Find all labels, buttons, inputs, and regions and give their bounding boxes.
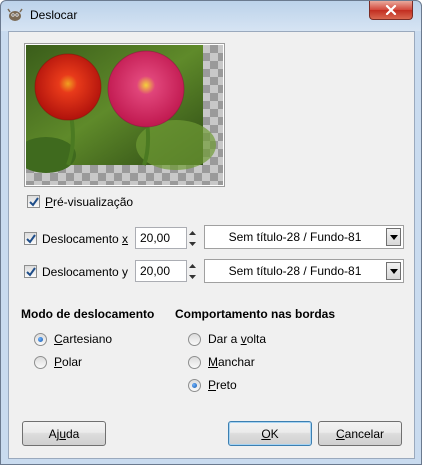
ok-button[interactable]: OK [228, 421, 312, 446]
offset-x-input[interactable]: 20,00 [135, 227, 187, 249]
cancel-button-mnemonic: C [335, 426, 345, 441]
radio-cartesian-label-rest: artesiano [62, 332, 113, 346]
radio-selected-dot [192, 383, 197, 388]
radio-wrap-around-label-rest: olta [246, 332, 267, 346]
help-button-mnemonic: u [59, 426, 66, 441]
offset-x-drawable-select[interactable]: Sem título-28 / Fundo-81 [204, 225, 404, 249]
dropdown-arrow-icon[interactable] [386, 228, 401, 246]
edge-behavior-title: Comportamento nas bordas [175, 307, 336, 321]
window-title: Deslocar [30, 8, 78, 22]
offset-y-drawable-select[interactable]: Sem título-28 / Fundo-81 [204, 259, 404, 283]
offset-x-drawable-value: Sem título-28 / Fundo-81 [228, 230, 362, 244]
preview-area [24, 43, 225, 187]
dialog-content: Pré-visualização Deslocamento x 20,00 Se… [8, 31, 415, 459]
preview-image [26, 45, 223, 185]
radio-black-mnemonic: P [208, 378, 217, 392]
offset-y-drawable-value: Sem título-28 / Fundo-81 [228, 264, 362, 278]
radio-black[interactable] [188, 379, 201, 392]
close-button[interactable] [369, 1, 413, 20]
radio-selected-dot [38, 337, 43, 342]
radio-smear[interactable] [188, 356, 201, 369]
spin-down-icon[interactable] [187, 271, 197, 282]
spin-down-icon[interactable] [187, 238, 197, 249]
dialog-window: Deslocar Pré-visualização Deslocamento x… [0, 0, 422, 465]
cancel-button-label-rest: ancelar [344, 426, 385, 441]
offset-y-input[interactable]: 20,00 [135, 260, 187, 282]
offset-y-checkbox[interactable] [24, 265, 37, 278]
offset-x-label-mnemonic: x [122, 232, 129, 246]
offset-x-checkbox[interactable] [24, 232, 37, 245]
radio-polar-mnemonic: P [54, 355, 63, 369]
radio-wrap-around-label[interactable]: Dar a volta [208, 332, 266, 346]
preview-checkbox[interactable] [27, 195, 40, 208]
radio-smear-label-rest: anchar [218, 355, 255, 369]
help-button[interactable]: Aj u da [22, 421, 106, 446]
checkmark-icon [29, 197, 39, 207]
cancel-button[interactable]: Cancelar [318, 421, 402, 446]
radio-smear-mnemonic: M [208, 355, 218, 369]
ok-button-mnemonic: O [261, 426, 271, 441]
radio-polar[interactable] [34, 356, 47, 369]
preview-label[interactable]: Pré-visualização [45, 195, 133, 209]
radio-smear-label[interactable]: Manchar [208, 355, 255, 369]
radio-polar-label[interactable]: Polar [54, 355, 82, 369]
dropdown-arrow-icon[interactable] [386, 262, 401, 280]
preview-label-mnemonic: P [45, 195, 54, 209]
radio-black-label[interactable]: Preto [208, 378, 237, 392]
preview-label-rest: ré-visualização [53, 195, 134, 209]
title-bar[interactable]: Deslocar [1, 1, 421, 31]
ok-button-label-rest: K [270, 426, 279, 441]
gimp-icon [7, 8, 23, 21]
radio-wrap-around-label-part: Dar a [208, 332, 241, 346]
radio-polar-label-rest: olar [62, 355, 83, 369]
radio-cartesian[interactable] [34, 333, 47, 346]
offset-y-label: Deslocamento y [42, 265, 129, 279]
checkmark-icon [26, 234, 36, 244]
help-button-label-rest: da [66, 426, 80, 441]
offset-x-label: Deslocamento x [42, 232, 128, 246]
spin-up-icon[interactable] [187, 260, 197, 271]
help-button-label-part: Aj [48, 426, 60, 441]
offset-x-spinner[interactable] [187, 227, 197, 249]
radio-black-label-rest: reto [216, 378, 237, 392]
close-icon [385, 5, 397, 15]
spin-up-icon[interactable] [187, 227, 197, 238]
offset-y-spinner[interactable] [187, 260, 197, 282]
radio-cartesian-mnemonic: C [54, 332, 63, 346]
checkmark-icon [26, 267, 36, 277]
shift-mode-title: Modo de deslocamento [21, 307, 155, 321]
offset-x-label-part: Deslocamento [42, 232, 123, 246]
radio-wrap-around[interactable] [188, 333, 201, 346]
radio-cartesian-label[interactable]: Cartesiano [54, 332, 112, 346]
